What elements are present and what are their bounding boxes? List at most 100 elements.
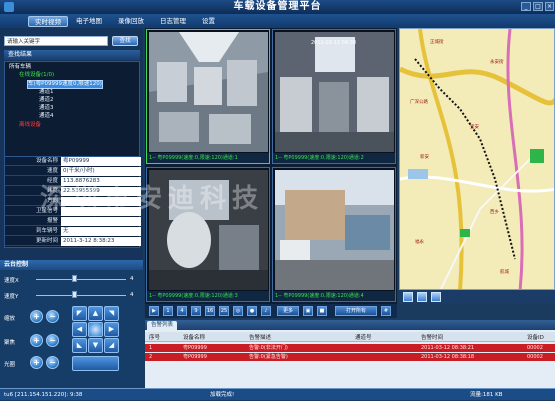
- e-map[interactable]: 正城街 永安街 广深公路 宝安 新安 西乡 福永 航城: [399, 28, 555, 290]
- layout-16-button[interactable]: 16: [205, 306, 215, 316]
- ptz-down-right-button[interactable]: ◢: [104, 338, 119, 353]
- col-header: 通道号: [355, 335, 372, 341]
- info-label: 经度: [46, 178, 58, 184]
- tree-node-all[interactable]: 所有车辆: [9, 64, 31, 71]
- tree-node-channel-3[interactable]: 通道3: [39, 105, 54, 112]
- zoom-in-button[interactable]: +: [30, 310, 43, 323]
- tab-e-map[interactable]: 电子地图: [70, 16, 108, 27]
- status-user: tu6 [211.154.151.220]: 9:38: [4, 392, 83, 398]
- zoom-out-icon[interactable]: [417, 292, 427, 302]
- info-label: 报警: [46, 218, 58, 224]
- zoom-out-button[interactable]: −: [46, 310, 59, 323]
- more-button[interactable]: 更多: [277, 306, 299, 316]
- info-value: [61, 197, 141, 206]
- ptz-down-left-button[interactable]: ◣: [72, 338, 87, 353]
- focus-near-button[interactable]: +: [30, 334, 43, 347]
- results-header: 查找结果: [4, 50, 140, 60]
- video-caption-4: 1-- 粤P09999(速度:0,限速:120)通道:4: [273, 291, 395, 301]
- speed-y-value: 4: [130, 292, 134, 298]
- alarm-cell: 2: [149, 354, 153, 360]
- ptz-right-button[interactable]: ▶: [104, 322, 119, 337]
- grid-icon[interactable]: #: [381, 306, 391, 316]
- menu-bar: 实时视频 电子地图 录像回放 日志管理 设置: [0, 14, 555, 28]
- status-flow: 流量:181 KB: [470, 392, 503, 398]
- ptz-preset-button[interactable]: [72, 356, 119, 371]
- fullscreen-icon[interactable]: ▣: [303, 306, 313, 316]
- maximize-button[interactable]: □: [533, 2, 543, 11]
- tab-playback[interactable]: 录像回放: [112, 16, 150, 27]
- tree-node-channel-4[interactable]: 通道4: [39, 113, 54, 120]
- ptz-center-button[interactable]: [88, 322, 103, 337]
- video-channel-4[interactable]: 1-- 粤P09999(速度:0,限速:120)通道:4: [272, 167, 396, 302]
- tree-node-vehicle[interactable]: 车(粤P09999速度0,限速120): [27, 80, 103, 89]
- speed-x-value: 4: [130, 276, 134, 282]
- alarm-cell: 粤P09999: [183, 345, 207, 351]
- tab-log[interactable]: 日志管理: [154, 16, 192, 27]
- zoom-in-icon[interactable]: [403, 292, 413, 302]
- video-frame-4: [275, 170, 394, 290]
- speed-y-slider[interactable]: [36, 295, 126, 296]
- tree-node-online[interactable]: 在线设备(1/0): [19, 72, 54, 79]
- video-channel-3[interactable]: 1-- 粤P09999(速度:0,限速:120)通道:3: [146, 167, 270, 302]
- alarm-cell: 00002: [527, 345, 543, 351]
- focus-far-button[interactable]: −: [46, 334, 59, 347]
- layout-4-button[interactable]: 4: [177, 306, 187, 316]
- iris-open-button[interactable]: +: [30, 356, 43, 369]
- record-icon[interactable]: ●: [247, 306, 257, 316]
- snapshot-icon[interactable]: ◎: [233, 306, 243, 316]
- speed-y-handle[interactable]: [72, 291, 77, 298]
- speed-y-label: 速度Y: [4, 294, 19, 300]
- info-value: 粤P09999: [61, 157, 141, 166]
- alarm-row[interactable]: 2 粤P09999 告警:0(紧急告警) 2011-03-12 08:38:18…: [145, 353, 555, 361]
- info-label: 设备名称: [35, 158, 58, 164]
- info-value: 113.8876283: [61, 177, 141, 186]
- alarm-table-header: [145, 332, 555, 342]
- pan-hand-icon[interactable]: [431, 292, 441, 302]
- info-label: 纬度: [46, 188, 58, 194]
- alarm-cell: 00002: [527, 354, 543, 360]
- tree-node-channel-1[interactable]: 通道1: [39, 89, 54, 96]
- status-loaded: 加载完成!: [210, 392, 235, 398]
- layout-25-button[interactable]: 25: [219, 306, 229, 316]
- tree-node-channel-2[interactable]: 通道2: [39, 97, 54, 104]
- alarm-cell: 2011-03-12 08:38:21: [421, 345, 475, 351]
- info-label: 更新时间: [35, 238, 58, 244]
- search-button[interactable]: 查找: [112, 36, 138, 46]
- alarm-row[interactable]: 1 粤P09999 告警:0(非法开门) 2011-03-12 08:38:21…: [145, 344, 555, 352]
- tree-node-offline[interactable]: 离线设备: [19, 122, 41, 129]
- tab-settings[interactable]: 设置: [196, 16, 221, 27]
- talk-icon[interactable]: ♪: [261, 306, 271, 316]
- info-label: 到车辆号: [35, 228, 58, 234]
- iris-close-button[interactable]: −: [46, 356, 59, 369]
- window-title: 车载设备管理平台: [233, 1, 322, 12]
- video-frame-2: [275, 32, 394, 152]
- search-input[interactable]: 请输入关键字: [4, 36, 108, 46]
- video-channel-2[interactable]: 2011-03-12 08:38 1-- 粤P09999(速度:0,限速:120…: [272, 29, 396, 164]
- speed-x-slider[interactable]: [36, 279, 126, 280]
- play-icon[interactable]: ▶: [149, 306, 159, 316]
- stop-icon[interactable]: ■: [317, 306, 327, 316]
- open-all-button[interactable]: 打开所有: [335, 306, 377, 316]
- speed-x-handle[interactable]: [72, 275, 77, 282]
- alarm-cell: 告警:0(非法开门): [249, 345, 288, 351]
- ptz-left-button[interactable]: ◀: [72, 322, 87, 337]
- minimize-button[interactable]: _: [521, 2, 531, 11]
- info-value: 22.53955599: [61, 187, 141, 196]
- close-button[interactable]: ×: [545, 2, 554, 11]
- video-channel-1[interactable]: 1-- 粤P09999(速度:0,限速:120)通道:1: [146, 29, 270, 164]
- video-caption-1: 1-- 粤P09999(速度:0,限速:120)通道:1: [147, 153, 269, 163]
- col-header: 设备ID: [527, 335, 544, 341]
- video-frame-1: [149, 32, 268, 152]
- zoom-label: 缩放: [4, 316, 16, 322]
- ptz-up-left-button[interactable]: ◤: [72, 306, 87, 321]
- ptz-up-right-button[interactable]: ◥: [104, 306, 119, 321]
- speed-x-label: 速度X: [4, 278, 19, 284]
- tab-realtime-video[interactable]: 实时视频: [28, 16, 68, 27]
- layout-9-button[interactable]: 9: [191, 306, 201, 316]
- layout-1-button[interactable]: 1: [163, 306, 173, 316]
- ptz-down-button[interactable]: ▼: [88, 338, 103, 353]
- tab-alarm-list[interactable]: 告警列表: [147, 321, 178, 330]
- alarm-cell: 告警:0(紧急告警): [249, 354, 288, 360]
- title-bar: 车载设备管理平台 _ □ ×: [0, 0, 555, 14]
- ptz-up-button[interactable]: ▲: [88, 306, 103, 321]
